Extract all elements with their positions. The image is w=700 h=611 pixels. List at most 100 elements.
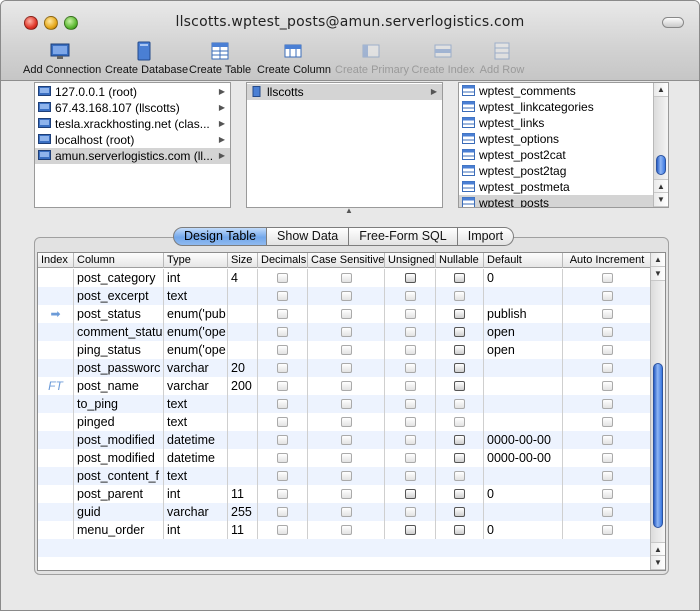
header-case-sensitive[interactable]: Case Sensitive — [308, 253, 385, 268]
index-cell[interactable]: FT — [38, 377, 74, 395]
nullable-checkbox-cell[interactable] — [436, 377, 484, 395]
auto-increment-checkbox[interactable] — [602, 273, 613, 283]
auto-increment-checkbox[interactable] — [602, 417, 613, 427]
size-cell[interactable] — [228, 431, 258, 449]
column-cell[interactable]: pinged — [74, 413, 164, 431]
column-cell[interactable]: post_status — [74, 305, 164, 323]
type-cell[interactable]: enum('ope — [164, 323, 228, 341]
type-cell[interactable]: datetime — [164, 449, 228, 467]
default-cell[interactable]: open — [484, 341, 563, 359]
tab-free-form-sql[interactable]: Free-Form SQL — [349, 227, 458, 246]
create-primary-button[interactable]: Create Primary — [335, 41, 409, 79]
index-cell[interactable] — [38, 359, 74, 377]
auto-increment-checkbox[interactable] — [602, 525, 613, 535]
host-item[interactable]: localhost (root) ▶ — [35, 132, 230, 148]
case-sensitive-checkbox-cell[interactable] — [308, 467, 385, 485]
type-cell[interactable]: text — [164, 413, 228, 431]
auto-increment-checkbox-cell[interactable] — [563, 287, 652, 305]
add-connection-button[interactable]: Add Connection — [23, 41, 101, 79]
table-item[interactable]: wptest_options — [459, 131, 668, 147]
index-cell[interactable] — [38, 467, 74, 485]
tab-design-table[interactable]: Design Table — [173, 227, 268, 246]
auto-increment-checkbox[interactable] — [602, 291, 613, 301]
auto-increment-checkbox-cell[interactable] — [563, 503, 652, 521]
default-cell[interactable]: 0 — [484, 269, 563, 287]
nullable-checkbox-cell[interactable] — [436, 431, 484, 449]
create-table-button[interactable]: Create Table — [189, 41, 251, 79]
index-cell[interactable] — [38, 485, 74, 503]
table-item-selected[interactable]: wptest_posts — [459, 195, 668, 207]
case-sensitive-checkbox-cell[interactable] — [308, 413, 385, 431]
scroll-up-icon[interactable]: ▲ — [651, 253, 665, 267]
case-sensitive-checkbox[interactable] — [341, 309, 352, 319]
decimals-checkbox[interactable] — [277, 453, 288, 463]
auto-increment-checkbox-cell[interactable] — [563, 431, 652, 449]
size-cell[interactable] — [228, 287, 258, 305]
scroll-thumb[interactable] — [653, 363, 663, 528]
header-auto-increment[interactable]: Auto Increment — [563, 253, 652, 268]
nullable-checkbox[interactable] — [454, 309, 465, 319]
unsigned-checkbox[interactable] — [405, 273, 416, 283]
column-cell[interactable]: post_modified — [74, 431, 164, 449]
table-row[interactable]: post_modified datetime 0000-00-00 — [38, 449, 652, 467]
column-cell[interactable]: ping_status — [74, 341, 164, 359]
unsigned-checkbox-cell[interactable] — [385, 413, 436, 431]
scroll-down-icon[interactable]: ▼ — [651, 267, 665, 281]
unsigned-checkbox-cell[interactable] — [385, 287, 436, 305]
decimals-checkbox[interactable] — [277, 471, 288, 481]
case-sensitive-checkbox-cell[interactable] — [308, 503, 385, 521]
tab-show-data[interactable]: Show Data — [267, 227, 350, 246]
default-cell[interactable]: 0000-00-00 — [484, 431, 563, 449]
size-cell[interactable]: 255 — [228, 503, 258, 521]
hosts-list[interactable]: 127.0.0.1 (root) ▶ 67.43.168.107 (llscot… — [34, 82, 231, 208]
decimals-checkbox-cell[interactable] — [258, 269, 308, 287]
nullable-checkbox[interactable] — [454, 507, 465, 517]
default-cell[interactable] — [484, 413, 563, 431]
unsigned-checkbox-cell[interactable] — [385, 467, 436, 485]
header-unsigned[interactable]: Unsigned — [385, 253, 436, 268]
case-sensitive-checkbox-cell[interactable] — [308, 269, 385, 287]
unsigned-checkbox[interactable] — [405, 291, 416, 301]
default-cell[interactable]: 0 — [484, 521, 563, 539]
scroll-thumb[interactable] — [656, 155, 666, 175]
nullable-checkbox[interactable] — [454, 291, 465, 301]
decimals-checkbox-cell[interactable] — [258, 377, 308, 395]
tab-import[interactable]: Import — [457, 227, 515, 246]
type-cell[interactable]: int — [164, 485, 228, 503]
auto-increment-checkbox-cell[interactable] — [563, 485, 652, 503]
auto-increment-checkbox[interactable] — [602, 399, 613, 409]
decimals-checkbox-cell[interactable] — [258, 395, 308, 413]
auto-increment-checkbox[interactable] — [602, 345, 613, 355]
nullable-checkbox-cell[interactable] — [436, 485, 484, 503]
unsigned-checkbox-cell[interactable] — [385, 395, 436, 413]
case-sensitive-checkbox[interactable] — [341, 525, 352, 535]
decimals-checkbox-cell[interactable] — [258, 413, 308, 431]
unsigned-checkbox[interactable] — [405, 363, 416, 373]
nullable-checkbox-cell[interactable] — [436, 359, 484, 377]
size-cell[interactable] — [228, 449, 258, 467]
default-cell[interactable] — [484, 359, 563, 377]
scroll-down-icon[interactable]: ▼ — [654, 193, 668, 207]
decimals-checkbox-cell[interactable] — [258, 449, 308, 467]
auto-increment-checkbox[interactable] — [602, 363, 613, 373]
case-sensitive-checkbox[interactable] — [341, 381, 352, 391]
nullable-checkbox[interactable] — [454, 345, 465, 355]
table-row[interactable]: pinged text — [38, 413, 652, 431]
auto-increment-checkbox[interactable] — [602, 507, 613, 517]
case-sensitive-checkbox[interactable] — [341, 507, 352, 517]
decimals-checkbox[interactable] — [277, 435, 288, 445]
auto-increment-checkbox[interactable] — [602, 309, 613, 319]
add-row-button[interactable]: Add Row — [479, 41, 525, 79]
unsigned-checkbox-cell[interactable] — [385, 431, 436, 449]
index-cell[interactable] — [38, 395, 74, 413]
table-row[interactable]: to_ping text — [38, 395, 652, 413]
nullable-checkbox-cell[interactable] — [436, 449, 484, 467]
decimals-checkbox[interactable] — [277, 309, 288, 319]
default-cell[interactable] — [484, 287, 563, 305]
index-cell[interactable] — [38, 287, 74, 305]
type-cell[interactable]: enum('pub — [164, 305, 228, 323]
column-cell[interactable]: post_passworc — [74, 359, 164, 377]
type-cell[interactable]: varchar — [164, 359, 228, 377]
scroll-down-icon[interactable]: ▼ — [651, 556, 665, 570]
size-cell[interactable]: 11 — [228, 485, 258, 503]
